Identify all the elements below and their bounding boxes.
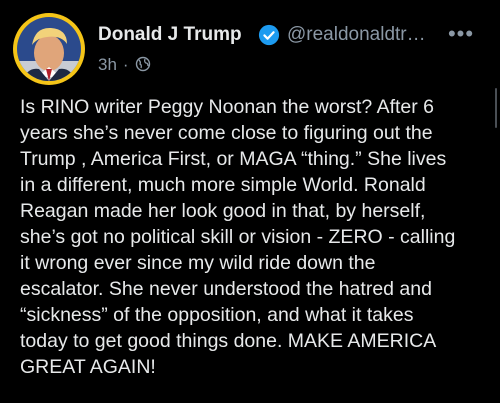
more-options-icon[interactable]: •••	[446, 22, 476, 46]
author-name[interactable]: Donald J Trump	[98, 24, 242, 46]
globe-icon	[135, 56, 150, 72]
avatar[interactable]	[13, 13, 85, 85]
tweet-text: Is RINO writer Peggy Noonan the worst? A…	[20, 96, 456, 378]
verified-badge-icon	[258, 24, 280, 46]
timestamp[interactable]: 3h	[98, 55, 117, 74]
tweet-card: Donald J Trump @realdonaldtr… ••• 3h · Is…	[0, 0, 500, 403]
avatar-portrait-icon	[17, 17, 81, 81]
author-handle[interactable]: @realdonaldtr…	[287, 24, 426, 46]
tweet-meta: 3h ·	[98, 55, 151, 75]
meta-separator: ·	[122, 55, 129, 74]
scrollbar[interactable]	[495, 88, 497, 128]
